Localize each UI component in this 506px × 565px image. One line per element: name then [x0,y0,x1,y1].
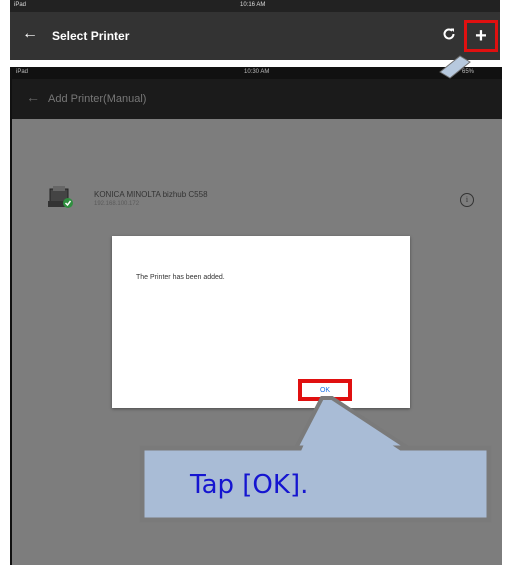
pointer-arrow [439,55,471,79]
instruction-text: Tap [OK]. [190,470,309,500]
